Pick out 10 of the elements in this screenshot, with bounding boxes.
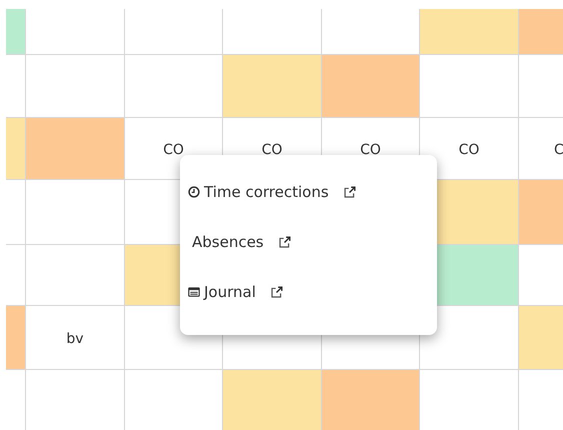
clock-icon (188, 186, 200, 198)
external-link-icon (278, 236, 291, 248)
grid-cell: C (519, 118, 563, 179)
grid-cell: CO (420, 118, 518, 179)
menu-item[interactable]: Absences (180, 217, 437, 267)
external-link-icon (270, 286, 283, 298)
menu-item[interactable]: Journal (180, 267, 437, 317)
list-icon (188, 286, 200, 298)
grid-cell: bv (26, 306, 124, 369)
external-link-icon (342, 186, 356, 198)
